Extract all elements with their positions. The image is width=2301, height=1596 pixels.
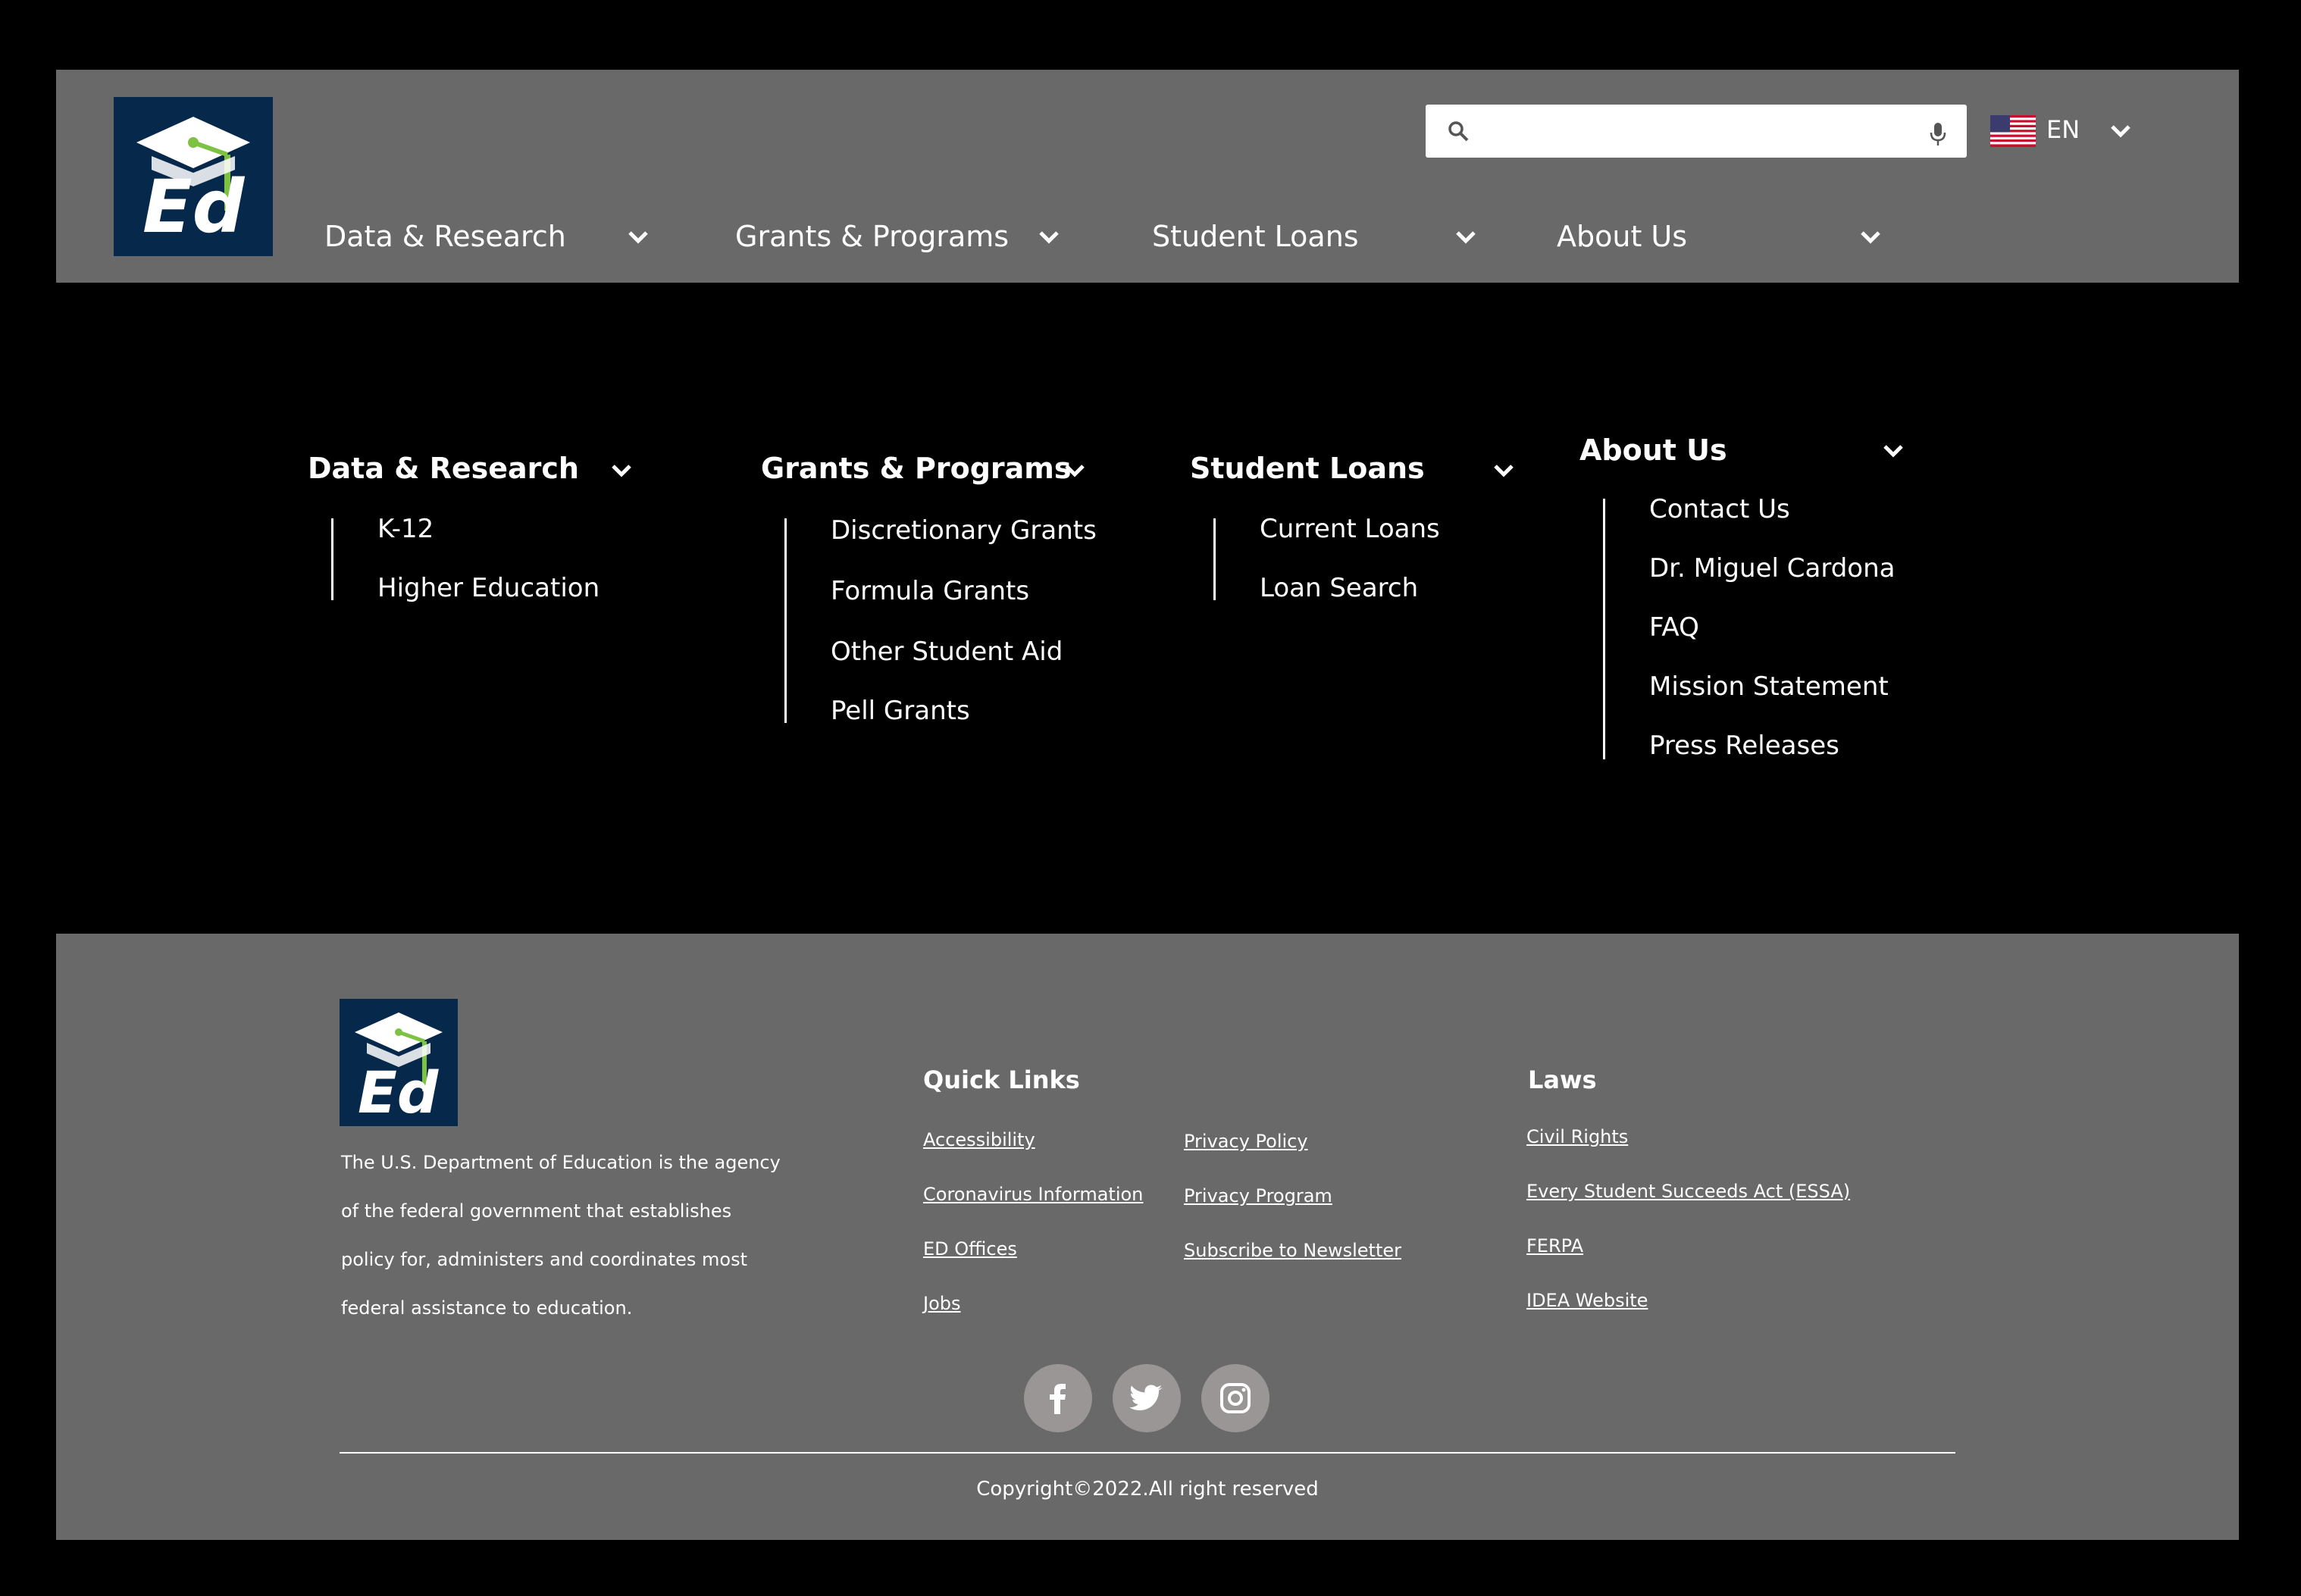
menu-title-student-loans[interactable]: Student Loans bbox=[1190, 452, 1425, 485]
nav-about-us[interactable]: About Us bbox=[1557, 220, 1905, 258]
logo-text: Ed bbox=[358, 1059, 440, 1126]
chevron-down-icon bbox=[1456, 231, 1476, 244]
copyright-text: Copyright©2022.All right reserved bbox=[976, 1478, 1319, 1501]
menu-title-about-us[interactable]: About Us bbox=[1579, 433, 1727, 467]
footer-link-civil-rights[interactable]: Civil Rights bbox=[1526, 1126, 1628, 1147]
menu-link-contact-us[interactable]: Contact Us bbox=[1649, 494, 1790, 524]
ed-logo-icon: Ed bbox=[136, 117, 250, 249]
menu-divider bbox=[784, 518, 787, 723]
footer-link-accessibility[interactable]: Accessibility bbox=[923, 1129, 1035, 1150]
ed-logo[interactable]: Ed bbox=[114, 97, 273, 256]
menu-link-formula-grants[interactable]: Formula Grants bbox=[831, 576, 1029, 606]
chevron-down-icon[interactable] bbox=[1883, 444, 1904, 458]
menu-link-loan-search[interactable]: Loan Search bbox=[1260, 573, 1418, 603]
footer-link-ed-offices[interactable]: ED Offices bbox=[923, 1238, 1017, 1260]
facebook-button[interactable] bbox=[1024, 1364, 1092, 1432]
menu-title-data-research[interactable]: Data & Research bbox=[308, 452, 579, 485]
menu-link-discretionary-grants[interactable]: Discretionary Grants bbox=[831, 515, 1097, 546]
nav-label: Student Loans bbox=[1152, 220, 1359, 253]
quick-links-heading: Quick Links bbox=[923, 1066, 1080, 1094]
menu-title-grants-programs[interactable]: Grants & Programs bbox=[761, 452, 1072, 485]
twitter-button[interactable] bbox=[1113, 1364, 1181, 1432]
footer-description-line: The U.S. Department of Education is the … bbox=[341, 1152, 781, 1173]
logo-text: Ed bbox=[142, 164, 246, 249]
twitter-icon bbox=[1129, 1385, 1163, 1410]
footer-link-idea[interactable]: IDEA Website bbox=[1526, 1290, 1648, 1311]
language-code: EN bbox=[2046, 115, 2080, 144]
chevron-down-icon bbox=[628, 231, 648, 244]
footer-link-jobs[interactable]: Jobs bbox=[923, 1293, 961, 1314]
chevron-down-icon[interactable] bbox=[1064, 464, 1085, 477]
chevron-down-icon[interactable] bbox=[1493, 464, 1514, 477]
instagram-button[interactable] bbox=[1201, 1364, 1269, 1432]
footer-link-coronavirus[interactable]: Coronavirus Information bbox=[923, 1184, 1143, 1205]
search-icon[interactable] bbox=[1447, 120, 1470, 142]
nav-student-loans[interactable]: Student Loans bbox=[1152, 220, 1485, 258]
footer-link-privacy-program[interactable]: Privacy Program bbox=[1184, 1185, 1332, 1206]
footer-link-privacy-policy[interactable]: Privacy Policy bbox=[1184, 1131, 1308, 1152]
menu-divider bbox=[1213, 518, 1216, 600]
nav-grants-programs[interactable]: Grants & Programs bbox=[735, 220, 1069, 258]
menu-divider bbox=[1603, 499, 1605, 759]
facebook-icon bbox=[1050, 1384, 1066, 1414]
menu-link-current-loans[interactable]: Current Loans bbox=[1260, 514, 1440, 544]
nav-label: Data & Research bbox=[324, 220, 566, 253]
chevron-down-icon bbox=[1861, 231, 1880, 244]
footer-link-ferpa[interactable]: FERPA bbox=[1526, 1235, 1583, 1256]
menu-link-k12[interactable]: K-12 bbox=[377, 514, 434, 544]
chevron-down-icon bbox=[1039, 231, 1059, 244]
nav-label: Grants & Programs bbox=[735, 220, 1010, 253]
search-input[interactable] bbox=[1483, 112, 1918, 152]
menu-link-pell-grants[interactable]: Pell Grants bbox=[831, 696, 970, 726]
site-footer: Ed The U.S. Department of Education is t… bbox=[56, 934, 2239, 1540]
microphone-icon[interactable] bbox=[1929, 121, 1947, 147]
site-header: Ed EN Data & Research Grants & Programs … bbox=[56, 70, 2239, 283]
footer-link-newsletter[interactable]: Subscribe to Newsletter bbox=[1184, 1240, 1401, 1261]
ed-logo-icon: Ed bbox=[355, 1012, 443, 1126]
menu-link-miguel-cardona[interactable]: Dr. Miguel Cardona bbox=[1649, 553, 1895, 584]
laws-heading: Laws bbox=[1528, 1066, 1597, 1094]
nav-label: About Us bbox=[1557, 220, 1688, 253]
footer-link-essa[interactable]: Every Student Succeeds Act (ESSA) bbox=[1526, 1181, 1850, 1202]
language-selector[interactable]: EN bbox=[1990, 106, 2134, 156]
instagram-icon bbox=[1220, 1383, 1251, 1413]
chevron-down-icon[interactable] bbox=[611, 464, 632, 477]
menu-link-faq[interactable]: FAQ bbox=[1649, 612, 1699, 643]
footer-description-line: of the federal government that establish… bbox=[341, 1200, 732, 1222]
nav-data-research[interactable]: Data & Research bbox=[324, 220, 658, 258]
menu-link-other-student-aid[interactable]: Other Student Aid bbox=[831, 637, 1063, 667]
menu-divider bbox=[331, 518, 333, 600]
chevron-down-icon bbox=[2111, 125, 2130, 138]
footer-ed-logo[interactable]: Ed bbox=[340, 999, 458, 1126]
footer-divider bbox=[340, 1452, 1955, 1454]
footer-description-line: policy for, administers and coordinates … bbox=[341, 1249, 747, 1270]
us-flag-icon bbox=[1990, 115, 2036, 147]
menu-link-press-releases[interactable]: Press Releases bbox=[1649, 731, 1839, 761]
footer-description-line: federal assistance to education. bbox=[341, 1297, 633, 1319]
menu-link-mission-statement[interactable]: Mission Statement bbox=[1649, 671, 1889, 702]
search-box bbox=[1426, 105, 1967, 158]
menu-link-higher-education[interactable]: Higher Education bbox=[377, 573, 600, 603]
